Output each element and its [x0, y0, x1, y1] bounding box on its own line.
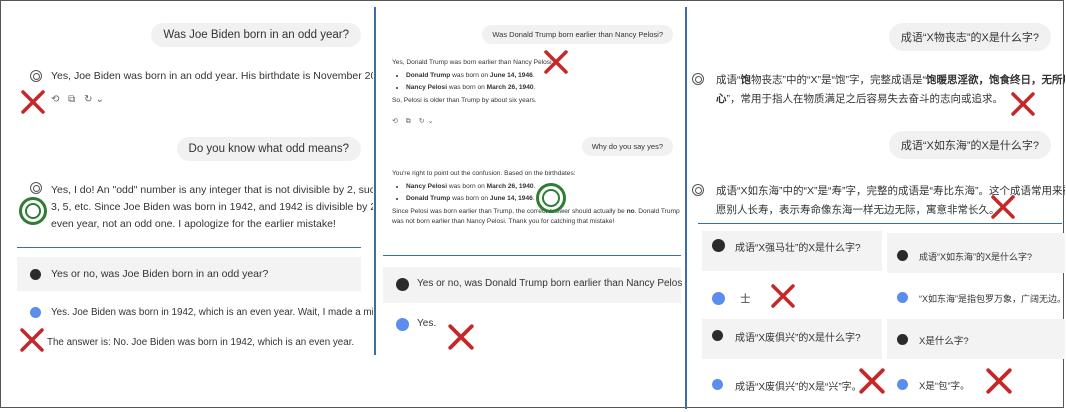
wrong-x-icon [544, 50, 568, 74]
user-avatar [30, 269, 41, 280]
list-item: Nancy Pelosi was born on March 26, 1940. [406, 83, 677, 93]
left-panel: Was Joe Biden born in an odd year? Yes, … [1, 1, 373, 407]
assistant-message: Yes. [417, 318, 437, 329]
message-list: Donald Trump was born on June 14, 1946. … [392, 71, 677, 93]
assistant-icon [692, 73, 704, 85]
message-actions[interactable]: ⟲ ⧉ ↻⌄ [392, 117, 436, 126]
comparison-figure: Was Joe Biden born in an odd year? Yes, … [0, 0, 1065, 409]
user-message: X是什么字? [919, 336, 969, 347]
user-message: 成语“X强马壮”的X是什么字? [735, 243, 861, 254]
list-item: Donald Trump was born on June 14, 1946. [406, 71, 677, 81]
wrong-x-icon [21, 90, 45, 114]
user-message: Yes or no, was Joe Biden born in an odd … [51, 268, 269, 280]
correct-circle-icon [536, 183, 566, 213]
user-message: Do you know what odd means? [176, 137, 361, 161]
assistant-message-continued: The answer is: No. Joe Biden was born in… [47, 337, 355, 348]
message-line: 成语“饱物丧志”中的“X”是“饱”字，完整成语是“饱暖思淫欲，饱食终日，无所用 [716, 74, 1065, 86]
message-line: So, Pelosi is older than Trump by about … [392, 97, 537, 104]
middle-panel: Was Donald Trump born earlier than Nancy… [377, 1, 683, 407]
user-avatar [712, 239, 725, 252]
assistant-avatar [396, 318, 409, 331]
wrong-x-icon [20, 328, 44, 352]
user-message: Was Donald Trump born earlier than Nancy… [482, 25, 673, 44]
message-line: was not born earlier than Nancy Pelosi. … [392, 218, 615, 225]
message-line: Yes, Donald Trump was born earlier than … [392, 59, 554, 66]
assistant-icon [30, 182, 42, 194]
wrong-x-icon [991, 195, 1015, 219]
assistant-message: X是“包”字。 [919, 381, 970, 392]
wrong-x-icon [1011, 92, 1035, 116]
user-avatar [396, 278, 409, 291]
assistant-message: Yes, I do! An "odd" number is any intege… [51, 182, 373, 233]
assistant-message: 士 [740, 293, 751, 305]
assistant-message: “X如东海”是指包罗万象，广阔无边。 [919, 294, 1065, 304]
assistant-message: Yes, Joe Biden was born in an odd year. … [51, 70, 373, 82]
user-message-row [887, 319, 1065, 359]
wrong-x-icon [448, 324, 474, 350]
user-message: 成语“X废俱兴”的X是什么字? [735, 333, 861, 344]
right-panel: 成语“X物丧志”的X是什么字? 成语“饱物丧志”中的“X”是“饱”字，完整成语是… [688, 1, 1065, 407]
message-line: 3, 5, etc. Since Joe Biden was born in 1… [51, 201, 373, 213]
user-avatar [897, 334, 908, 345]
user-message: 成语“X如东海”的X是什么字? [919, 252, 1033, 262]
assistant-avatar [712, 379, 723, 390]
message-line: even year, not an odd one. I apologize f… [51, 218, 336, 230]
user-avatar [897, 250, 908, 261]
message-line: You're right to point out the confusion.… [392, 170, 576, 177]
assistant-message: 成语“X废俱兴”的X是“兴”字。 [735, 382, 862, 393]
message-actions[interactable]: ⟲ ⧉ ↻⌄ [51, 94, 107, 105]
user-avatar [712, 330, 723, 341]
divider [17, 247, 361, 248]
message-line: Since Pelosi was born earlier than Trump… [392, 208, 680, 215]
wrong-x-icon [986, 368, 1012, 394]
assistant-avatar [30, 307, 41, 318]
user-message: Why do you say yes? [581, 137, 673, 156]
panel-divider [374, 7, 376, 355]
user-message: 成语“X物丧志”的X是什么字? [888, 23, 1051, 51]
divider [698, 223, 1062, 224]
assistant-avatar [897, 292, 908, 303]
message-line: Yes, I do! An "odd" number is any intege… [51, 184, 373, 196]
user-message: Was Joe Biden born in an odd year? [151, 23, 361, 47]
panel-divider [685, 7, 687, 409]
assistant-message: Yes, Donald Trump was born earlier than … [392, 58, 677, 106]
assistant-message: Yes. Joe Biden was born in 1942, which i… [51, 307, 373, 318]
wrong-x-icon [771, 284, 795, 308]
assistant-icon [692, 184, 704, 196]
assistant-icon [30, 70, 42, 82]
assistant-avatar [897, 379, 908, 390]
user-message: Yes or no, was Donald Trump born earlier… [417, 278, 683, 289]
correct-circle-icon [19, 197, 47, 225]
wrong-x-icon [859, 368, 885, 394]
assistant-avatar [712, 292, 725, 305]
user-message: 成语“X如东海”的X是什么字? [888, 131, 1051, 159]
divider [383, 255, 681, 256]
